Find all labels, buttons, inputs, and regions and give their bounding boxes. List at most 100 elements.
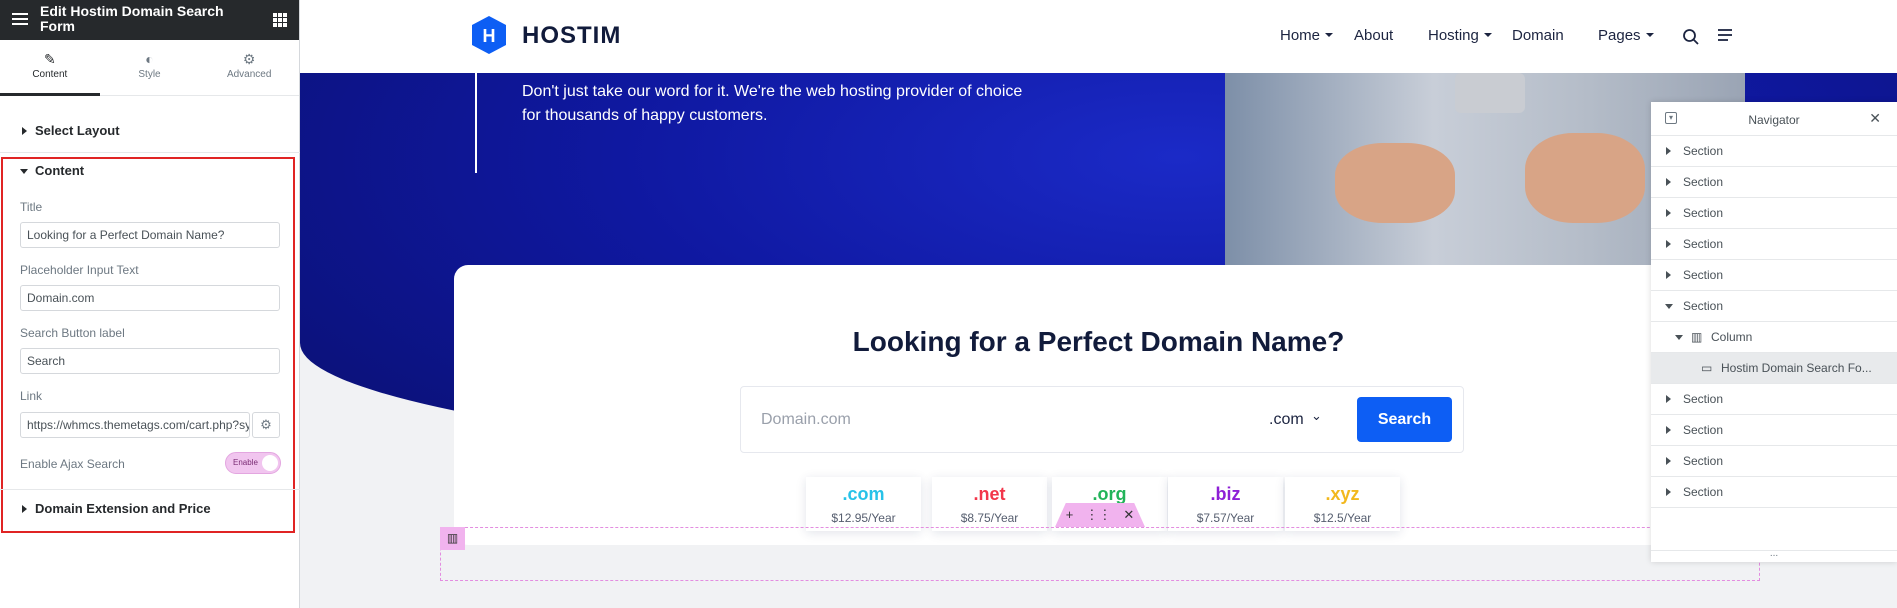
navigator-section-row[interactable]: Section (1651, 384, 1897, 415)
section-domain-extension[interactable]: Domain Extension and Price (0, 492, 300, 526)
extension-card-xyz[interactable]: .xyz $12.5/Year (1285, 477, 1400, 531)
tab-advanced-label: Advanced (226, 69, 272, 80)
nav-pages[interactable]: Pages (1598, 27, 1654, 44)
navigator-section-row[interactable]: Section (1651, 167, 1897, 198)
nav-domain[interactable]: Domain (1512, 27, 1564, 44)
delete-section-icon[interactable]: ✕ (1123, 507, 1134, 522)
site-logo[interactable]: HOSTIM (522, 22, 621, 50)
navigator-section-row[interactable]: Section (1651, 415, 1897, 446)
selected-section-outline (440, 527, 1760, 581)
pencil-icon: ✎ (43, 51, 56, 67)
section-domain-extension-label: Domain Extension and Price (35, 501, 211, 516)
title-field-label: Title (20, 200, 43, 214)
tab-content[interactable]: ✎ Content (0, 40, 100, 96)
navigator-row-label: Section (1683, 392, 1724, 406)
button-label-field-label: Search Button label (20, 326, 125, 340)
domain-search-input[interactable]: Domain.com (761, 411, 851, 429)
nav-domain-label: Domain (1512, 27, 1564, 44)
panel-title: Edit Hostim Domain Search Form (40, 3, 224, 34)
navigator-section-row[interactable]: Section (1651, 198, 1897, 229)
svg-text:H: H (483, 26, 496, 46)
extension-card-net[interactable]: .net $8.75/Year (932, 477, 1047, 531)
extension-name: .org (1092, 484, 1127, 504)
editor-panel: Edit Hostim Domain Search Form ✎ Content… (0, 0, 300, 608)
caret-down-icon (20, 169, 28, 174)
extension-price: $12.95/Year (831, 511, 896, 525)
chevron-down-icon[interactable]: ⌄ (1311, 408, 1322, 424)
tab-style[interactable]: ◐ Style (100, 40, 200, 95)
navigator-column-row[interactable]: ▥ Column (1651, 322, 1897, 353)
close-icon[interactable]: ✕ (1869, 110, 1881, 127)
tab-content-label: Content (32, 69, 68, 80)
toggle-knob (262, 455, 278, 471)
nav-hosting-label: Hosting (1428, 27, 1479, 44)
panel-tabs: ✎ Content ◐ Style ⚙ Advanced (0, 40, 299, 96)
caret-right-icon (1666, 178, 1671, 186)
hamburger-menu-icon[interactable] (12, 13, 28, 25)
nav-home[interactable]: Home (1280, 27, 1334, 44)
nav-home-label: Home (1280, 27, 1321, 44)
link-options-gear-icon[interactable]: ⚙ (252, 412, 280, 438)
navigator-title: Navigator (1748, 113, 1800, 127)
section-select-layout[interactable]: Select Layout (0, 114, 300, 148)
title-field[interactable]: Looking for a Perfect Domain Name? (20, 222, 280, 248)
button-label-field[interactable]: Search (20, 348, 280, 374)
section-content-label: Content (35, 163, 85, 178)
navigator-row-label: Section (1683, 423, 1724, 437)
hero-quote: Don't just take our word for it. We're t… (522, 83, 1023, 124)
extension-name: .xyz (1325, 484, 1360, 504)
navigator-section-row[interactable]: Section (1651, 446, 1897, 477)
extension-name: .com (842, 484, 885, 504)
extension-price: $7.57/Year (1196, 511, 1255, 525)
caret-right-icon (1666, 147, 1671, 155)
offcanvas-menu-icon[interactable] (1718, 28, 1734, 42)
section-toolbar: + ⋮⋮ ✕ (1055, 503, 1145, 527)
hostim-logo-icon[interactable]: H (470, 15, 508, 55)
add-section-icon[interactable]: + (1066, 507, 1074, 522)
search-button[interactable]: Search (1357, 397, 1452, 442)
divider (0, 152, 300, 153)
caret-right-icon (1666, 271, 1671, 279)
content-section-highlight (1, 157, 295, 533)
caret-right-icon (1666, 457, 1671, 465)
contrast-icon: ◐ (145, 51, 154, 67)
caret-right-icon (22, 505, 27, 513)
nav-about-label: About (1354, 27, 1394, 44)
navigator-section-row-expanded[interactable]: Section (1651, 291, 1897, 322)
navigator-section-row[interactable]: Section (1651, 136, 1897, 167)
navigator-row-label: Hostim Domain Search Fo... (1721, 361, 1872, 375)
navigator-widget-row[interactable]: ▭ Hostim Domain Search Fo... (1651, 353, 1897, 384)
ajax-search-toggle[interactable]: Enable (225, 452, 281, 474)
navigator-section-row[interactable]: Section (1651, 229, 1897, 260)
column-handle-icon[interactable]: ▥ (440, 527, 465, 550)
navigator-section-row[interactable]: Section (1651, 260, 1897, 291)
navigator-row-label: Section (1683, 237, 1724, 251)
extension-name: .biz (1210, 484, 1241, 504)
navigator-row-label: Section (1683, 485, 1724, 499)
tab-advanced[interactable]: ⚙ Advanced (199, 40, 299, 95)
extension-card-com[interactable]: .com $12.95/Year (806, 477, 921, 531)
section-select-layout-label: Select Layout (35, 123, 120, 138)
link-field[interactable]: https://whmcs.themetags.com/cart.php?sy (20, 412, 250, 438)
navigator-panel: ▾ Navigator ✕ Section Section Section Se… (1651, 102, 1897, 562)
column-icon: ▥ (1691, 330, 1703, 344)
placeholder-field[interactable]: Domain.com (20, 285, 280, 311)
navigator-row-label: Section (1683, 206, 1724, 220)
chevron-down-icon (1645, 33, 1654, 37)
hand-image (1335, 143, 1455, 223)
navigator-section-row[interactable]: Section (1651, 477, 1897, 508)
navigator-row-label: Section (1683, 175, 1724, 189)
extension-card-biz[interactable]: .biz $7.57/Year (1168, 477, 1283, 531)
search-icon[interactable] (1682, 28, 1700, 46)
widgets-grid-icon[interactable] (273, 13, 287, 27)
caret-right-icon (1666, 240, 1671, 248)
chevron-down-icon (1483, 33, 1492, 37)
navigator-row-label: Section (1683, 144, 1724, 158)
nav-hosting[interactable]: Hosting (1428, 27, 1492, 44)
tab-style-label: Style (138, 69, 161, 80)
extension-select-value[interactable]: .com (1269, 411, 1304, 429)
nav-about[interactable]: About (1354, 27, 1393, 44)
drag-handle-icon[interactable]: ⋮⋮ (1085, 507, 1111, 522)
section-content[interactable]: Content (0, 154, 300, 188)
navigator-resize-handle[interactable]: ... (1651, 549, 1897, 562)
